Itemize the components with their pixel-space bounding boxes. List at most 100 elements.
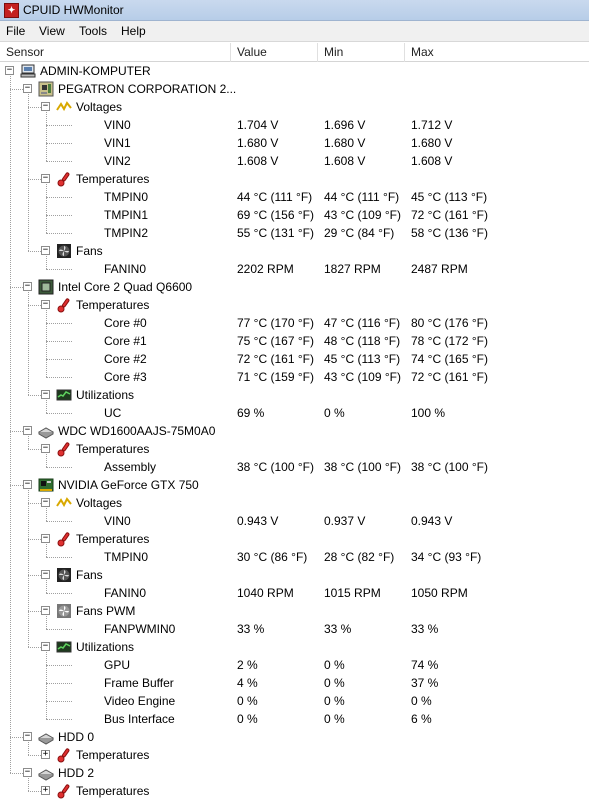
- sensor-reading-row[interactable]: Core #1 75 °C (167 °F) 48 °C (118 °F) 78 °C…: [0, 332, 589, 350]
- sensor-reading-row[interactable]: Bus Interface 0 % 0 % 6 %: [0, 710, 589, 728]
- sensor-reading-row[interactable]: Core #3 71 °C (159 °F) 43 °C (109 °F) 72 °C…: [0, 368, 589, 386]
- menu-tools[interactable]: Tools: [77, 24, 109, 38]
- sensor-reading-row[interactable]: FANIN0 2202 RPM 1827 RPM 2487 RPM: [0, 260, 589, 278]
- sensor-min: 47 °C (116 °F): [324, 316, 401, 330]
- collapse-toggle[interactable]: −: [41, 300, 50, 309]
- collapse-toggle[interactable]: −: [41, 174, 50, 183]
- sensor-reading-row[interactable]: FANIN0 1040 RPM 1015 RPM 1050 RPM: [0, 584, 589, 602]
- sensor-reading-row[interactable]: Assembly 38 °C (100 °F) 38 °C (100 °F) 38 °…: [0, 458, 589, 476]
- tree-node-row[interactable]: − Temperatures: [0, 530, 589, 548]
- sensor-name: Bus Interface: [104, 712, 175, 726]
- tree-node-row[interactable]: + Temperatures: [0, 746, 589, 764]
- cpu-icon: [38, 279, 54, 295]
- collapse-toggle[interactable]: −: [41, 390, 50, 399]
- tree-node-row[interactable]: − Temperatures: [0, 296, 589, 314]
- tree-node-row[interactable]: − Voltages: [0, 98, 589, 116]
- sensor-min: 44 °C (111 °F): [324, 190, 400, 204]
- sensor-name: VIN2: [104, 154, 131, 168]
- sensor-reading-row[interactable]: TMPIN2 55 °C (131 °F) 29 °C (84 °F) 58 °C (…: [0, 224, 589, 242]
- collapse-toggle[interactable]: −: [23, 768, 32, 777]
- expand-toggle[interactable]: +: [41, 786, 50, 795]
- sensor-reading-row[interactable]: TMPIN0 44 °C (111 °F) 44 °C (111 °F) 45 °C …: [0, 188, 589, 206]
- sensor-reading-row[interactable]: VIN0 0.943 V 0.937 V 0.943 V: [0, 512, 589, 530]
- expand-toggle[interactable]: +: [41, 750, 50, 759]
- sensor-reading-row[interactable]: Frame Buffer 4 % 0 % 37 %: [0, 674, 589, 692]
- menu-file[interactable]: File: [4, 24, 27, 38]
- tree-connector: [46, 413, 72, 414]
- sensor-tree[interactable]: − ADMIN-KOMPUTER − PEGATRON CORPORATION 2..…: [0, 62, 589, 808]
- tree-connector: [28, 791, 41, 792]
- tree-node-row[interactable]: − Fans: [0, 242, 589, 260]
- tree-node-row[interactable]: − Temperatures: [0, 170, 589, 188]
- sensor-name: TMPIN1: [104, 208, 149, 222]
- tree-node-row[interactable]: − HDD 2: [0, 764, 589, 782]
- node-label: Temperatures: [76, 748, 150, 762]
- column-header-min[interactable]: Min: [318, 43, 405, 62]
- sensor-reading-row[interactable]: VIN1 1.680 V 1.680 V 1.680 V: [0, 134, 589, 152]
- collapse-toggle[interactable]: −: [23, 426, 32, 435]
- collapse-toggle[interactable]: −: [41, 102, 50, 111]
- sensor-reading-row[interactable]: TMPIN0 30 °C (86 °F) 28 °C (82 °F) 34 °C (9…: [0, 548, 589, 566]
- sensor-name: Assembly: [104, 460, 157, 474]
- menu-help[interactable]: Help: [119, 24, 148, 38]
- tree-node-row[interactable]: − Utilizations: [0, 386, 589, 404]
- collapse-toggle[interactable]: −: [23, 84, 32, 93]
- sensor-min: 1.696 V: [324, 118, 366, 132]
- collapse-toggle[interactable]: −: [23, 480, 32, 489]
- tree-node-row[interactable]: − ADMIN-KOMPUTER: [0, 62, 589, 80]
- tree-connector: [46, 233, 72, 234]
- tree-connector: [28, 647, 41, 648]
- tree-node-row[interactable]: − WDC WD1600AAJS-75M0A0: [0, 422, 589, 440]
- node-label: Temperatures: [76, 298, 150, 312]
- tree-node-row[interactable]: − NVIDIA GeForce GTX 750: [0, 476, 589, 494]
- collapse-toggle[interactable]: −: [41, 444, 50, 453]
- tree-node-row[interactable]: − PEGATRON CORPORATION 2...: [0, 80, 589, 98]
- hdd-icon: [38, 423, 54, 439]
- tree-node-row[interactable]: − Utilizations: [0, 638, 589, 656]
- tree-node-row[interactable]: − Fans: [0, 566, 589, 584]
- column-header-sensor[interactable]: Sensor: [0, 43, 231, 62]
- collapse-toggle[interactable]: −: [41, 246, 50, 255]
- collapse-toggle[interactable]: −: [5, 66, 14, 75]
- column-header: Sensor Value Min Max: [0, 43, 589, 62]
- title-bar: ✦ CPUID HWMonitor: [0, 0, 589, 21]
- sensor-reading-row[interactable]: TMPIN1 69 °C (156 °F) 43 °C (109 °F) 72 °C …: [0, 206, 589, 224]
- column-header-value[interactable]: Value: [231, 43, 318, 62]
- column-header-max[interactable]: Max: [405, 43, 589, 62]
- sensor-reading-row[interactable]: VIN2 1.608 V 1.608 V 1.608 V: [0, 152, 589, 170]
- sensor-reading-row[interactable]: Core #2 72 °C (161 °F) 45 °C (113 °F) 74 °C…: [0, 350, 589, 368]
- tree-connector: [46, 557, 72, 558]
- tree-node-row[interactable]: − Intel Core 2 Quad Q6600: [0, 278, 589, 296]
- tree-node-row[interactable]: + Temperatures: [0, 782, 589, 800]
- collapse-toggle[interactable]: −: [41, 642, 50, 651]
- sensor-min: 1827 RPM: [324, 262, 381, 276]
- sensor-reading-row[interactable]: UC 69 % 0 % 100 %: [0, 404, 589, 422]
- sensor-reading-row[interactable]: VIN0 1.704 V 1.696 V 1.712 V: [0, 116, 589, 134]
- sensor-reading-row[interactable]: Video Engine 0 % 0 % 0 %: [0, 692, 589, 710]
- thermometer-icon: [56, 297, 72, 313]
- sensor-reading-row[interactable]: GPU 2 % 0 % 74 %: [0, 656, 589, 674]
- sensor-name: UC: [104, 406, 122, 420]
- collapse-toggle[interactable]: −: [41, 534, 50, 543]
- tree-node-row[interactable]: − HDD 0: [0, 728, 589, 746]
- collapse-toggle[interactable]: −: [23, 732, 32, 741]
- node-label: Fans PWM: [76, 604, 136, 618]
- tree-node-row[interactable]: − Temperatures: [0, 440, 589, 458]
- thermometer-icon: [56, 531, 72, 547]
- sensor-max: 45 °C (113 °F): [411, 190, 488, 204]
- app-icon[interactable]: ✦: [4, 3, 19, 18]
- collapse-toggle[interactable]: −: [23, 282, 32, 291]
- sensor-value: 55 °C (131 °F): [237, 226, 314, 240]
- sensor-max: 2487 RPM: [411, 262, 468, 276]
- sensor-reading-row[interactable]: Core #0 77 °C (170 °F) 47 °C (116 °F) 80 °C…: [0, 314, 589, 332]
- collapse-toggle[interactable]: −: [41, 570, 50, 579]
- tree-node-row[interactable]: − Fans PWM: [0, 602, 589, 620]
- menu-view[interactable]: View: [37, 24, 67, 38]
- tree-connector: [46, 593, 72, 594]
- collapse-toggle[interactable]: −: [41, 498, 50, 507]
- sensor-reading-row[interactable]: FANPWMIN0 33 % 33 % 33 %: [0, 620, 589, 638]
- sensor-max: 78 °C (172 °F): [411, 334, 488, 348]
- voltage-icon: [56, 495, 72, 511]
- tree-node-row[interactable]: − Voltages: [0, 494, 589, 512]
- collapse-toggle[interactable]: −: [41, 606, 50, 615]
